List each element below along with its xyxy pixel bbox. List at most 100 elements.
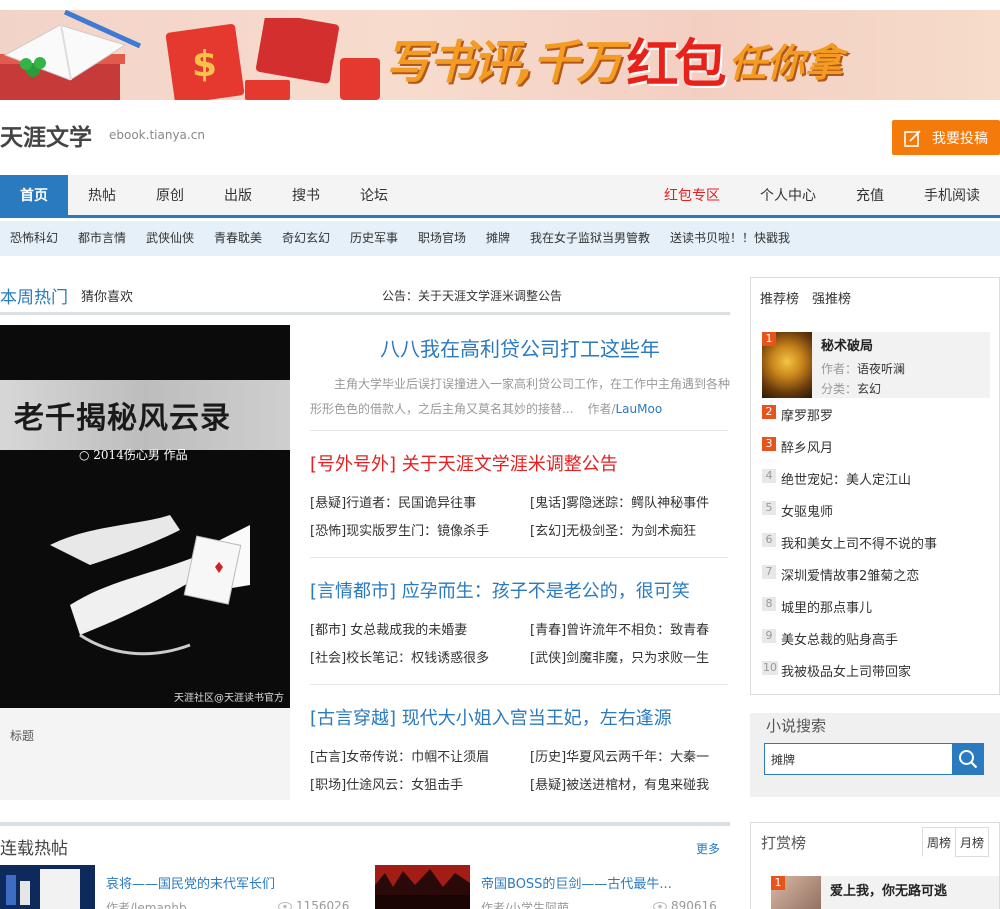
tab-strong-recommend-rank[interactable]: 强推榜 bbox=[812, 288, 851, 307]
reward-top-name[interactable]: 爱上我，你无路可逃 bbox=[830, 880, 947, 899]
serial-title[interactable]: 哀将——国民党的末代军长们 bbox=[106, 873, 275, 892]
site-title[interactable]: 天涯文学 bbox=[0, 118, 92, 152]
sub-nav-promo-reward[interactable]: 送读书贝啦！！快戳我 bbox=[670, 221, 790, 256]
story-link[interactable]: [玄幻]无极剑圣：为剑术痴狂 bbox=[530, 520, 696, 539]
hands-card-illustration bbox=[50, 515, 250, 656]
category-history-military[interactable]: 历史军事 bbox=[350, 221, 398, 256]
category-urban-romance[interactable]: 都市言情 bbox=[78, 221, 126, 256]
eye-icon bbox=[278, 902, 292, 909]
rank-item[interactable]: 我被极品女上司带回家 bbox=[781, 661, 911, 680]
promo-banner[interactable]: $ 写书评,千万 红包 任你拿 bbox=[0, 10, 1000, 100]
rank-top-category: 分类：玄幻 bbox=[821, 380, 881, 397]
group-title-announcement[interactable]: [号外号外] 关于天涯文学涯米调整公告 bbox=[310, 450, 618, 476]
nav-personal-center[interactable]: 个人中心 bbox=[756, 175, 820, 215]
serial-item[interactable]: 帝国BOSS的巨剑——古代最牛... 作者/小学生阿萌 890616 bbox=[375, 865, 730, 909]
category-youth-danmei[interactable]: 青春耽美 bbox=[214, 221, 262, 256]
story-link[interactable]: [鬼话]雾隐迷踪：鳄队神秘事件 bbox=[530, 492, 709, 511]
rank-item[interactable]: 我和美女上司不得不说的事 bbox=[781, 533, 937, 552]
rank-number-badge: 4 bbox=[762, 469, 776, 483]
nav-red-packet-zone[interactable]: 红包专区 bbox=[660, 175, 724, 215]
rank-number-badge: 5 bbox=[762, 501, 776, 515]
story-link[interactable]: [悬疑]行道者：民国诡异往事 bbox=[310, 492, 476, 511]
author-value: 语夜听澜 bbox=[857, 362, 906, 376]
story-link[interactable]: [青春]曾许流年不相负：致青春 bbox=[530, 619, 709, 638]
rank-number-badge: 1 bbox=[762, 332, 776, 346]
rank-number-badge: 1 bbox=[771, 876, 785, 890]
nav-mobile-reading[interactable]: 手机阅读 bbox=[920, 175, 984, 215]
lead-story-summary: 主角大学毕业后误打误撞进入一家高利贷公司工作，在工作中主角遇到各种形形色色的借款… bbox=[310, 372, 730, 422]
lead-author-label: 作者/ bbox=[587, 402, 616, 416]
group-title-urban-romance[interactable]: [言情都市] 应孕而生：孩子不是老公的，很可笑 bbox=[310, 577, 690, 603]
group-title-ancient-romance[interactable]: [古言穿越] 现代大小姐入宫当王妃，左右逢源 bbox=[310, 704, 672, 730]
rank-number-badge: 7 bbox=[762, 565, 776, 579]
more-link[interactable]: 更多 bbox=[696, 840, 720, 857]
rank-item[interactable]: 城里的那点事儿 bbox=[781, 597, 872, 616]
serial-item[interactable]: 哀将——国民党的末代军长们 作者/lemanhb 1156026 bbox=[0, 865, 360, 909]
slogan-part-1: 写书评,千万 bbox=[385, 35, 622, 89]
view-count: 1156026 bbox=[278, 899, 349, 909]
featured-book-cover[interactable]: 老千揭秘风云录 ○ 2014伤心男 作品 天涯社区@天涯读书官方 bbox=[0, 325, 290, 708]
nav-home[interactable]: 首页 bbox=[0, 175, 68, 215]
tab-recommend-rank[interactable]: 推荐榜 bbox=[760, 288, 799, 307]
rank-item[interactable]: 摩罗那罗 bbox=[781, 405, 833, 424]
lead-story-title[interactable]: 八八我在高利贷公司打工这些年 bbox=[310, 333, 730, 362]
nav-search-books[interactable]: 搜书 bbox=[286, 175, 326, 215]
tab-monthly-rank[interactable]: 月榜 bbox=[955, 827, 989, 857]
rank-top-item[interactable]: 秘术破局 作者：语夜听澜 分类：玄幻 bbox=[762, 332, 990, 398]
search-input[interactable] bbox=[764, 743, 952, 775]
search-icon bbox=[959, 750, 978, 769]
nav-forum[interactable]: 论坛 bbox=[354, 175, 394, 215]
story-link[interactable]: [都市] 女总裁成我的未婚妻 bbox=[310, 619, 467, 638]
view-count: 890616 bbox=[653, 899, 717, 909]
serial-author: 作者/小学生阿萌 bbox=[481, 901, 570, 909]
nav-original[interactable]: 原创 bbox=[150, 175, 190, 215]
category-fantasy[interactable]: 奇幻玄幻 bbox=[282, 221, 330, 256]
cover-author: ○ 2014伤心男 作品 bbox=[79, 448, 188, 462]
rank-item[interactable]: 醉乡风月 bbox=[781, 437, 833, 456]
rank-item[interactable]: 深圳爱情故事2雏菊之恋 bbox=[781, 565, 919, 584]
divider bbox=[310, 684, 728, 685]
rank-top-name[interactable]: 秘术破局 bbox=[821, 335, 873, 354]
category-tanpai[interactable]: 摊牌 bbox=[486, 221, 510, 256]
rank-number-badge: 9 bbox=[762, 629, 776, 643]
feature-panel: 老千揭秘风云录 ○ 2014伤心男 作品 天涯社区@天涯读书官方 标题 bbox=[0, 325, 290, 800]
story-link[interactable]: [恐怖]现实版罗生门：镜像杀手 bbox=[310, 520, 489, 539]
submit-label: 我要投稿 bbox=[932, 130, 988, 147]
story-link[interactable]: [悬疑]被送进棺材，有鬼来碰我 bbox=[530, 774, 709, 793]
notice-link[interactable]: 公告：关于天涯文学涯米调整公告 bbox=[382, 287, 562, 304]
rank-number-badge: 6 bbox=[762, 533, 776, 547]
lead-summary-text: 主角大学毕业后误打误撞进入一家高利贷公司工作，在工作中主角遇到各种形形色色的借款… bbox=[310, 377, 731, 416]
view-count-value: 1156026 bbox=[296, 899, 350, 909]
rank-item[interactable]: 美女总裁的贴身高手 bbox=[781, 629, 898, 648]
story-link[interactable]: [武侠]剑魔非魔，只为求败一生 bbox=[530, 647, 709, 666]
category-workplace-officialdom[interactable]: 职场官场 bbox=[418, 221, 466, 256]
promo-slogan: 写书评,千万 红包 任你拿 bbox=[385, 24, 843, 95]
reward-top-item[interactable]: 爱上我，你无路可逃 bbox=[771, 876, 999, 909]
divider bbox=[310, 430, 728, 431]
nav-recharge[interactable]: 充值 bbox=[850, 175, 890, 215]
story-link[interactable]: [历史]华夏风云两千年：大秦一 bbox=[530, 746, 709, 765]
nav-publishing[interactable]: 出版 bbox=[218, 175, 258, 215]
author-label: 作者： bbox=[821, 362, 858, 376]
rank-item[interactable]: 女驱鬼师 bbox=[781, 501, 833, 520]
tab-weekly-hot[interactable]: 本周热门 bbox=[0, 283, 68, 308]
serial-title[interactable]: 帝国BOSS的巨剑——古代最牛... bbox=[481, 873, 672, 892]
story-link[interactable]: [古言]女帝传说：巾帼不让须眉 bbox=[310, 746, 489, 765]
tab-guess-you-like[interactable]: 猜你喜欢 bbox=[81, 286, 133, 305]
submit-manuscript-button[interactable]: 我要投稿 bbox=[892, 120, 1000, 155]
tab-weekly-rank[interactable]: 周榜 bbox=[922, 827, 956, 857]
serial-hot-header: 连载热帖 更多 bbox=[0, 822, 730, 860]
category-horror-scifi[interactable]: 恐怖科幻 bbox=[10, 221, 58, 256]
sub-nav-promo-book[interactable]: 我在女子监狱当男管教 bbox=[530, 221, 650, 256]
category-wuxia-xianxia[interactable]: 武侠仙侠 bbox=[146, 221, 194, 256]
story-link[interactable]: [职场]仕途风云：女狙击手 bbox=[310, 774, 463, 793]
cover-title: 老千揭秘风云录 bbox=[14, 401, 231, 436]
rank-number-badge: 8 bbox=[762, 597, 776, 611]
rank-item[interactable]: 绝世宠妃：美人定江山 bbox=[781, 469, 911, 488]
story-link[interactable]: [社会]校长笔记：权钱诱惑很多 bbox=[310, 647, 489, 666]
search-button[interactable] bbox=[952, 743, 984, 775]
nav-hot-posts[interactable]: 热帖 bbox=[82, 175, 122, 215]
lead-author-link[interactable]: LauMoo bbox=[616, 402, 663, 416]
slogan-part-2: 红包 bbox=[626, 34, 726, 95]
view-count-value: 890616 bbox=[671, 899, 717, 909]
